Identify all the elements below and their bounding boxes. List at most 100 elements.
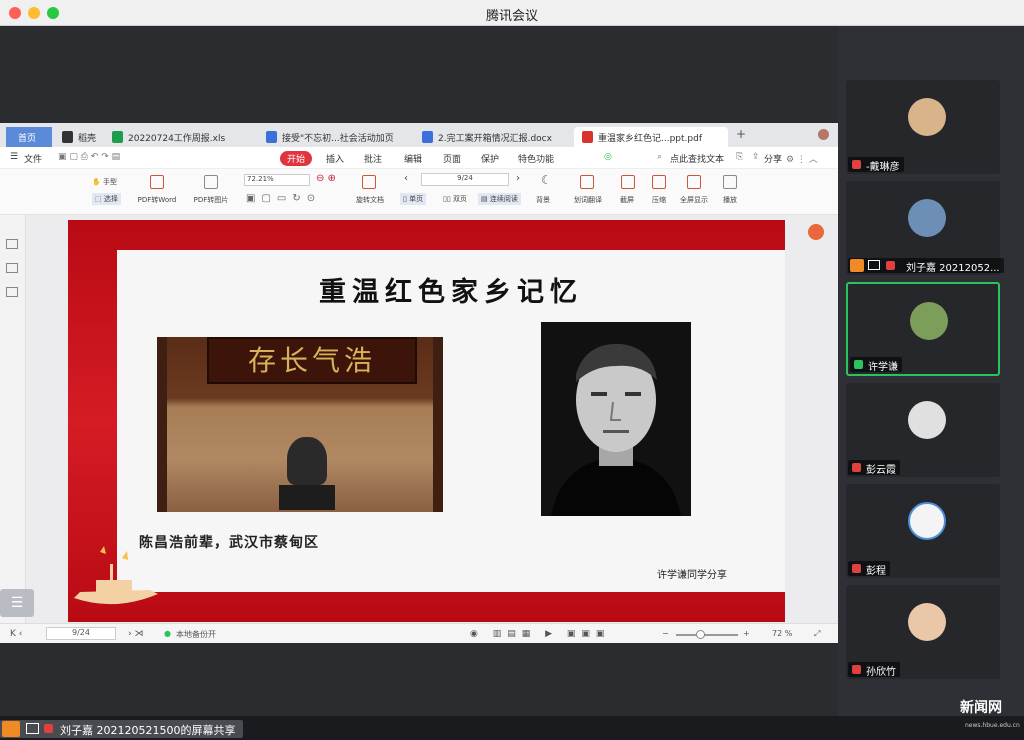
pdf-to-image-icon [204,175,218,189]
assistant-icon[interactable] [808,224,824,240]
menu-file[interactable]: 文件 [24,152,42,165]
tab-label: 重温家乡红色记...ppt.pdf [598,134,702,144]
pdf-to-word-button[interactable]: PDF转Word [134,195,180,205]
pdf-to-word-icon [150,175,164,189]
participant-name: 孙欣竹 [866,667,896,678]
zoom-in-icon[interactable]: + [743,629,750,638]
slide-content-area: 重温红色家乡记忆 存长气浩 陈昌浩前辈，武汉市蔡甸区 许学谦同学分享 [117,250,785,592]
first-prev-page-icons[interactable]: K ‹ [10,629,22,639]
pdf-to-image-button[interactable]: PDF转图片 [188,195,234,205]
zoom-level-select[interactable]: 72.21% [244,174,310,186]
shared-wps-window: 首页 稻壳 20220724工作周报.xls 接受"不忘初...社会活动加页 2… [0,123,838,643]
select-tool[interactable]: ⬚ 选择 [92,193,121,205]
tab-doc2[interactable]: 2.完工案开箱情况汇报.docx [414,127,572,147]
moon-icon: ☾ [541,173,552,187]
tab-docer[interactable]: 稻壳 [54,127,104,147]
page-number-field[interactable]: 9/24 [421,173,509,186]
app-title: 腾讯会议 [485,9,538,24]
mic-muted-icon [852,665,861,674]
screenshot-button[interactable]: 截屏 [612,195,642,205]
select-tool-label: 选择 [103,195,118,203]
tab-label: 稻壳 [78,134,97,144]
view-mode-icons[interactable]: ◉ ▥▤▦ ▶ ▣▣▣ [470,629,610,639]
hamburger-icon[interactable]: ☰ [10,152,18,162]
menu-insert[interactable]: 插入 [326,152,344,165]
single-page-button[interactable]: ▯ 单页 [400,193,427,205]
new-tab-icon[interactable]: + [736,127,746,141]
cloud-sync-icon[interactable]: ◎ [604,152,612,162]
menu-features[interactable]: 特色功能 [518,152,554,165]
tab-pdf-active[interactable]: 重温家乡红色记...ppt.pdf [574,127,728,147]
wps-status-bar: K ‹ 9/24 › ⋊ ● 本地备份开 ◉ ▥▤▦ ▶ ▣▣▣ − + 72 … [0,623,838,643]
tab-home[interactable]: 首页 [6,127,52,147]
image-icon[interactable] [6,263,18,273]
host-icon [2,721,20,737]
participant-tile[interactable]: -戴琳彦 [846,80,1000,174]
mic-on-icon [854,360,863,369]
participant-avatar [908,199,946,237]
menu-comment[interactable]: 批注 [364,152,382,165]
search-icon[interactable]: ⌕ [657,152,662,162]
participant-name: -戴琳彦 [866,162,900,173]
zoom-in-out-icons[interactable]: ⊖ ⊕ [316,173,336,184]
settings-icon[interactable]: ⚙ ⋮ ︿ [786,152,818,165]
zoom-slider[interactable] [676,634,738,636]
participant-label: 彭程 [848,561,890,577]
participant-tile-speaking[interactable]: 许学谦 [846,282,1000,376]
continuous-read-label: 连续阅读 [489,195,518,203]
share-icon[interactable]: ⇪ [752,152,760,162]
screen-share-label[interactable]: 刘子嘉 202120521500的屏幕共享 [0,720,244,738]
account-avatar[interactable] [818,129,829,140]
backup-status[interactable]: 本地备份开 [176,629,216,640]
single-page-label: 单页 [409,195,424,203]
participant-tile[interactable]: 刘子嘉 20212052... [846,181,1004,275]
tab-xls[interactable]: 20220724工作周报.xls [104,127,256,147]
translate-icon [580,175,594,189]
document-icon [422,131,433,143]
compress-button[interactable]: 压缩 [646,195,672,205]
next-page-icon[interactable]: › [516,173,520,184]
tab-label: 2.完工案开箱情况汇报.docx [438,134,552,144]
participant-label: 许学谦 [850,357,902,373]
tab-label: 20220724工作周报.xls [128,134,226,144]
view-tools-icons[interactable]: ▣▢▭↻⊙ [246,193,321,204]
status-page-field[interactable]: 9/24 [46,627,116,640]
double-page-button[interactable]: ▯▯ 双页 [440,193,470,205]
participant-label: 刘子嘉 20212052... [848,258,1004,274]
bust-statue [287,437,327,485]
fullscreen-button[interactable]: 全屏显示 [676,195,712,205]
participant-tile[interactable]: 彭云霞 [846,383,1000,477]
zoom-slider-thumb[interactable] [696,630,705,639]
participant-tile[interactable]: 孙欣竹 [846,585,1000,679]
hand-tool[interactable]: ✋ 手型 [92,177,117,187]
search-text-input[interactable]: 点此查找文本 [670,152,724,165]
participant-name: 刘子嘉 20212052... [906,263,1000,274]
share-button[interactable]: 分享 [764,152,782,165]
menu-page[interactable]: 页面 [443,152,461,165]
menu-edit[interactable]: 编辑 [404,152,422,165]
quick-access-icons[interactable]: ▣ ▢ ⎙ ↶ ↷ ▤ [58,152,120,162]
pdf-icon [582,131,593,143]
tab-label: 首页 [18,134,37,144]
continuous-read-button[interactable]: ▤ 连续阅读 [478,193,521,205]
translate-button[interactable]: 划词翻译 [570,195,606,205]
menu-start[interactable]: 开始 [280,151,313,166]
participant-tile[interactable]: 彭程 [846,484,1000,578]
watermark-url: news.hbue.edu.cn [965,722,1020,729]
prev-page-icon[interactable]: ‹ [404,173,408,184]
tab-doc1[interactable]: 接受"不忘初...社会活动加页 [258,127,412,147]
copy-icon[interactable] [6,287,18,297]
rotate-document-button[interactable]: 旋转文档 [352,195,388,205]
expand-icon[interactable]: ⤢ [814,629,820,639]
pdf-slide: 重温红色家乡记忆 存长气浩 陈昌浩前辈，武汉市蔡甸区 许学谦同学分享 [68,220,785,622]
zoom-out-icon[interactable]: − [662,629,669,638]
thumbnail-icon[interactable] [6,239,18,249]
list-menu-icon[interactable]: ☰ [0,589,34,617]
next-last-page-icons[interactable]: › ⋊ [128,629,143,639]
toolbar-extra-icons[interactable]: ⎘ [736,152,743,162]
plaque: 存长气浩 [207,337,417,384]
play-button[interactable]: 播放 [718,195,742,205]
participant-label: 彭云霞 [848,460,900,476]
background-button[interactable]: 背景 [536,195,550,205]
menu-protect[interactable]: 保护 [481,152,499,165]
